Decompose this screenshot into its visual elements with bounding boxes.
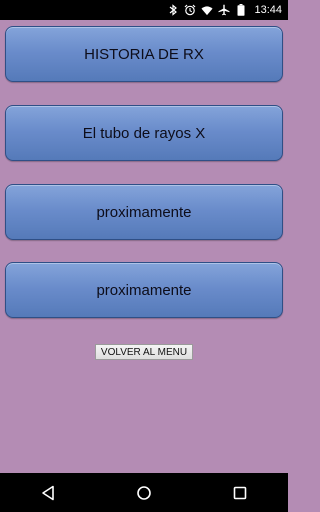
battery-icon: [235, 4, 247, 16]
back-icon[interactable]: [33, 478, 63, 508]
menu-screen: HISTORIA DE RX El tubo de rayos X proxim…: [0, 20, 288, 473]
tubo-de-rayos-x-button[interactable]: El tubo de rayos X: [5, 105, 283, 161]
volver-al-menu-button[interactable]: VOLVER AL MENU: [95, 344, 193, 360]
historia-de-rx-button[interactable]: HISTORIA DE RX: [5, 26, 283, 82]
wifi-icon: [201, 4, 214, 16]
airplane-icon: [218, 4, 230, 16]
proximamente-button-2[interactable]: proximamente: [5, 262, 283, 318]
status-time: 13:44: [254, 4, 282, 16]
recents-icon[interactable]: [225, 478, 255, 508]
home-icon[interactable]: [129, 478, 159, 508]
status-bar: 13:44: [0, 0, 288, 20]
alarm-icon: [184, 4, 196, 16]
bluetooth-icon: [167, 4, 179, 16]
navigation-bar: [0, 473, 288, 512]
proximamente-button-1[interactable]: proximamente: [5, 184, 283, 240]
